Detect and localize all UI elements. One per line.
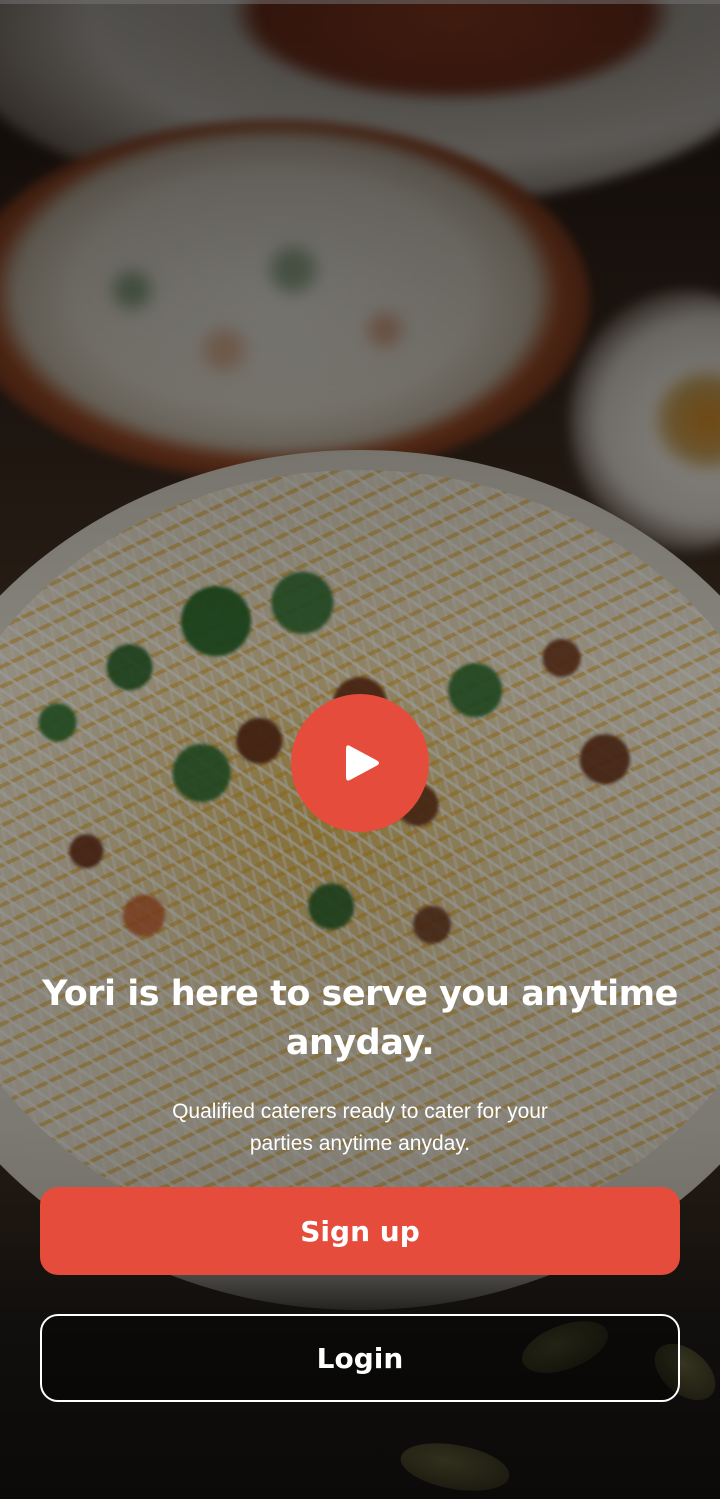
signup-button[interactable]: Sign up <box>40 1187 680 1275</box>
signup-button-label: Sign up <box>300 1214 420 1248</box>
play-icon <box>346 745 379 781</box>
play-video-button[interactable] <box>291 694 429 832</box>
subtext: Qualified caterers ready to cater for yo… <box>172 1100 548 1155</box>
welcome-screen: Yori is here to serve you anytime anyday… <box>0 0 720 1499</box>
login-button-label: Login <box>316 1341 404 1375</box>
login-button[interactable]: Login <box>40 1314 680 1402</box>
headline: Yori is here to serve you anytime anyday… <box>42 974 678 1063</box>
status-bar <box>0 0 720 4</box>
